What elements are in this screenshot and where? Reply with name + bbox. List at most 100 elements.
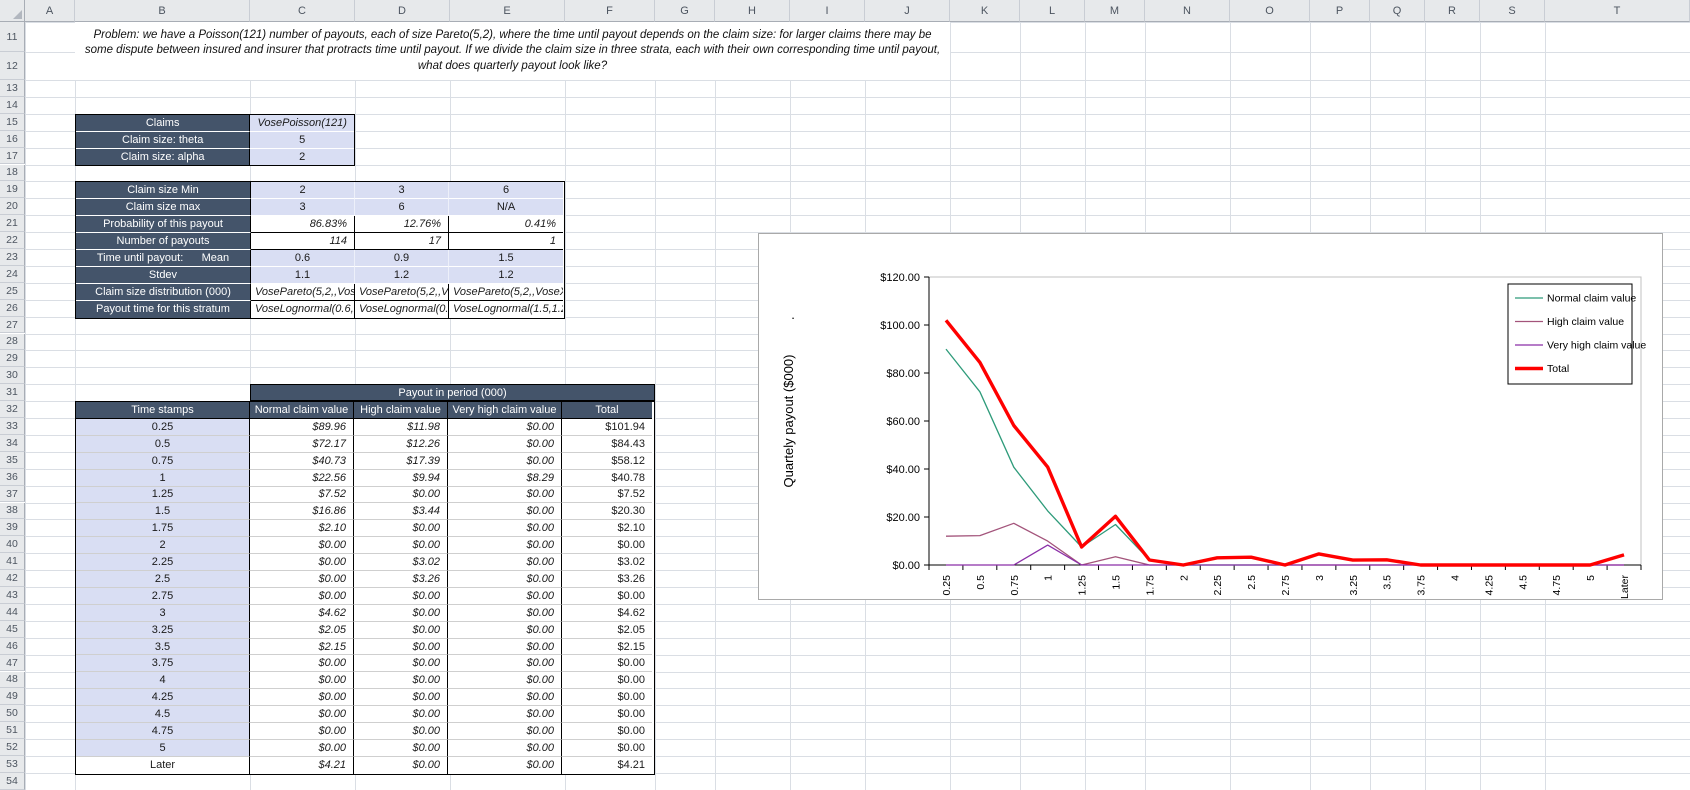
payout-timestamp[interactable]: 3 [76, 604, 250, 622]
payout-table[interactable]: Time stamps Normal claim value High claim … [75, 401, 655, 775]
strata-cell[interactable]: 114 [251, 233, 355, 250]
payout-value[interactable]: $58.12 [562, 452, 652, 470]
payout-value[interactable]: $0.00 [562, 706, 652, 724]
payout-value[interactable]: $0.00 [448, 621, 562, 639]
payout-value[interactable]: $89.96 [250, 418, 354, 436]
column-header-P[interactable]: P [1310, 0, 1370, 22]
payout-value[interactable]: $0.00 [562, 672, 652, 690]
row-header-20[interactable]: 20 [0, 198, 25, 216]
payout-timestamp[interactable]: 3.25 [76, 621, 250, 639]
row-header-15[interactable]: 15 [0, 113, 25, 131]
strata-cell[interactable]: 3 [355, 182, 449, 200]
strata-cell[interactable]: 6 [449, 182, 563, 200]
payout-value[interactable]: $0.00 [354, 655, 448, 673]
payout-value[interactable]: $2.05 [562, 621, 652, 639]
payout-value[interactable]: $16.86 [250, 503, 354, 521]
column-header-R[interactable]: R [1425, 0, 1480, 22]
payout-timestamp[interactable]: 2.75 [76, 587, 250, 605]
strata-cell[interactable]: VoseLognormal(0. [355, 300, 449, 318]
payout-value[interactable]: $0.00 [448, 452, 562, 470]
column-header-Q[interactable]: Q [1370, 0, 1425, 22]
strata-cell[interactable]: 86.83% [251, 216, 355, 234]
row-header-37[interactable]: 37 [0, 485, 25, 503]
payout-value[interactable]: $4.21 [250, 756, 354, 774]
payout-timestamp[interactable]: 1.5 [76, 503, 250, 521]
payout-value[interactable]: $0.00 [250, 587, 354, 605]
row-header-38[interactable]: 38 [0, 502, 25, 520]
payout-value[interactable]: $0.00 [250, 706, 354, 724]
column-header-L[interactable]: L [1020, 0, 1085, 22]
payout-value[interactable]: $0.00 [448, 537, 562, 555]
payout-value[interactable]: $0.00 [354, 520, 448, 538]
payout-timestamp[interactable]: 5 [76, 739, 250, 757]
row-header-48[interactable]: 48 [0, 671, 25, 689]
row-header-14[interactable]: 14 [0, 96, 25, 114]
column-header-C[interactable]: C [250, 0, 355, 22]
row-header-52[interactable]: 52 [0, 739, 25, 756]
payout-value[interactable]: $101.94 [562, 418, 652, 436]
strata-cell[interactable]: 12.76% [355, 216, 449, 234]
column-header-N[interactable]: N [1145, 0, 1230, 22]
payout-timestamp[interactable]: 2.5 [76, 571, 250, 588]
payout-value[interactable]: $0.00 [354, 672, 448, 690]
payout-timestamp[interactable]: Later [76, 756, 250, 774]
row-header-11[interactable]: 11 [0, 22, 25, 52]
payout-value[interactable]: $0.00 [250, 554, 354, 571]
payout-value[interactable]: $0.00 [562, 689, 652, 707]
payout-value[interactable]: $11.98 [354, 418, 448, 436]
payout-value[interactable]: $0.00 [354, 723, 448, 740]
row-header-34[interactable]: 34 [0, 434, 25, 452]
payout-value[interactable]: $0.00 [354, 587, 448, 605]
row-header-21[interactable]: 21 [0, 215, 25, 233]
payout-value[interactable]: $40.78 [562, 469, 652, 487]
payout-value[interactable]: $0.00 [448, 689, 562, 707]
row-header-40[interactable]: 40 [0, 536, 25, 554]
column-header-K[interactable]: K [950, 0, 1020, 22]
row-header-24[interactable]: 24 [0, 265, 25, 283]
row-header-16[interactable]: 16 [0, 130, 25, 148]
payout-value[interactable]: $4.62 [562, 604, 652, 622]
payout-value[interactable]: $17.39 [354, 452, 448, 470]
column-header-E[interactable]: E [450, 0, 565, 22]
payout-value[interactable]: $0.00 [448, 604, 562, 622]
strata-cell[interactable]: 1 [449, 233, 563, 250]
row-header-44[interactable]: 44 [0, 603, 25, 621]
row-header-22[interactable]: 22 [0, 232, 25, 249]
payout-value[interactable]: $20.30 [562, 503, 652, 521]
strata-cell[interactable]: 1.2 [355, 266, 449, 284]
column-header-A[interactable]: A [25, 0, 75, 22]
payout-timestamp[interactable]: 1.75 [76, 520, 250, 538]
column-header-S[interactable]: S [1480, 0, 1545, 22]
row-header-53[interactable]: 53 [0, 756, 25, 773]
column-header-T[interactable]: T [1545, 0, 1690, 22]
payout-value[interactable]: $0.00 [448, 571, 562, 588]
strata-cell[interactable]: 17 [355, 233, 449, 250]
column-header-B[interactable]: B [75, 0, 250, 22]
row-header-25[interactable]: 25 [0, 282, 25, 300]
strata-cell[interactable]: VosePareto(5,2,,VoseXBounds(6,)) [449, 283, 563, 301]
column-header-G[interactable]: G [655, 0, 715, 22]
strata-cell[interactable]: VoseLognormal(0.6,1 [251, 300, 355, 318]
payout-value[interactable]: $0.00 [448, 520, 562, 538]
payout-value[interactable]: $0.00 [250, 672, 354, 690]
payout-value[interactable]: $40.73 [250, 452, 354, 470]
row-header-30[interactable]: 30 [0, 367, 25, 385]
payout-value[interactable]: $0.00 [562, 587, 652, 605]
payout-value[interactable]: $0.00 [448, 655, 562, 673]
column-header-J[interactable]: J [865, 0, 950, 22]
strata-table[interactable]: Claim size Min 2 3 6 Claim size max 3 6 N/A Prob… [75, 181, 565, 319]
row-header-54[interactable]: 54 [0, 772, 25, 790]
payout-timestamp[interactable]: 0.75 [76, 452, 250, 470]
payout-value[interactable]: $0.00 [448, 587, 562, 605]
row-header-26[interactable]: 26 [0, 299, 25, 317]
payout-value[interactable]: $0.00 [562, 723, 652, 740]
column-header-O[interactable]: O [1230, 0, 1310, 22]
payout-value[interactable]: $0.00 [448, 638, 562, 656]
payout-value[interactable]: $2.15 [250, 638, 354, 656]
payout-value[interactable]: $4.21 [562, 756, 652, 774]
payout-value[interactable]: $0.00 [562, 655, 652, 673]
strata-cell[interactable]: 1.2 [449, 266, 563, 284]
payout-value[interactable]: $0.00 [448, 503, 562, 521]
payout-value[interactable]: $4.62 [250, 604, 354, 622]
payout-value[interactable]: $0.00 [354, 689, 448, 707]
